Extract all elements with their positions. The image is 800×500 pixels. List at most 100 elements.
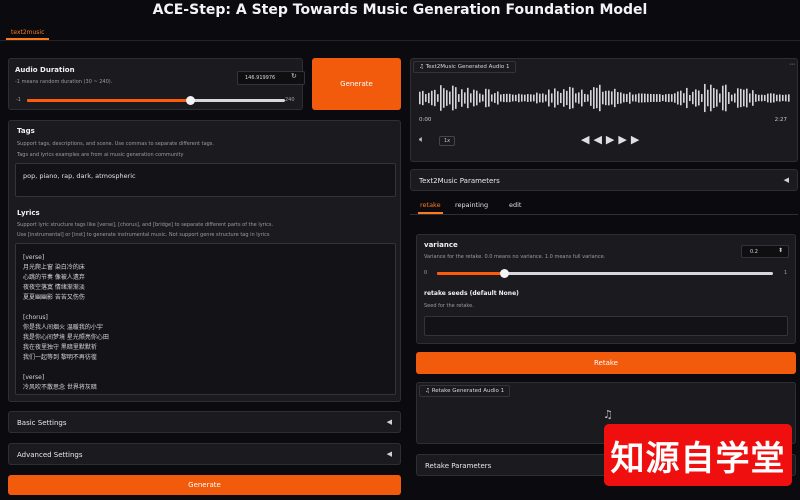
waveform-bar [767, 93, 769, 103]
waveform-bar [569, 86, 571, 110]
waveform-bar [722, 85, 724, 111]
waveform-bar [488, 89, 490, 107]
lyric-line: 我在夜里独守 黑暗里默默祈 [23, 344, 97, 351]
waveform-bar [785, 94, 787, 102]
variance-panel: variance Variance for the retake. 0.0 me… [416, 234, 796, 344]
waveform-bar [446, 90, 448, 106]
page-title: ACE-Step: A Step Towards Music Generatio… [152, 2, 648, 18]
subtab-divider [410, 214, 798, 215]
waveform-bar [518, 93, 520, 103]
waveform-bar [551, 93, 553, 103]
music-note-icon: ♫ [603, 408, 613, 421]
collapse-arrow-icon: ◀ [386, 450, 392, 458]
waveform-bar [746, 88, 748, 108]
lyric-line: 你是我人间烟火 温暖我的小宇 [23, 324, 103, 331]
tab-divider [0, 40, 800, 41]
waveform-bar [476, 90, 478, 106]
waveform-bar [662, 94, 664, 102]
lyric-line: [verse] [23, 374, 45, 381]
waveform-bar [611, 91, 613, 105]
waveform-bar [428, 92, 430, 104]
playback-speed-button[interactable]: 1x [439, 136, 456, 146]
waveform-bar [533, 94, 535, 102]
lyric-line: 冷风吹不散思念 世界将灰暗 [23, 384, 97, 391]
collapse-arrow-icon: ◀ [386, 418, 392, 426]
waveform-bar [440, 85, 442, 111]
waveform-bar [650, 93, 652, 103]
advanced-settings-accordion[interactable]: Advanced Settings ◀ [8, 443, 401, 465]
generate-button-top[interactable]: Generate [312, 58, 401, 110]
waveform-bar [599, 84, 601, 112]
advanced-settings-label: Advanced Settings [17, 451, 83, 459]
waveform-bar [521, 94, 523, 102]
retake-audio-label: Retake Generated Audio 1 [431, 388, 505, 394]
waveform-bar [548, 89, 550, 107]
lyric-line: 月光爬上窗 染白冷的床 [23, 264, 85, 271]
waveform-bar [581, 89, 583, 107]
waveform-bar [638, 93, 640, 103]
duration-slider-thumb[interactable] [185, 96, 195, 105]
waveform-bar [668, 93, 670, 103]
lyric-line: 我们一起等到 黎明不再彷徨 [23, 354, 97, 361]
lyrics-info-2: Use [instrumental] or [inst] to generate… [17, 232, 270, 238]
tags-label: Tags [17, 127, 35, 135]
generate-button-bottom[interactable]: Generate [8, 475, 401, 495]
stepper-icon[interactable]: ⬍ [778, 247, 783, 254]
waveform-bar [617, 92, 619, 104]
waveform[interactable] [419, 81, 791, 115]
waveform-bar [470, 93, 472, 103]
waveform-bar [779, 94, 781, 102]
tab-repainting[interactable]: repainting [455, 201, 488, 209]
lyric-line: 心跳的节奏 像被人遗弃 [23, 274, 85, 281]
lyrics-textarea[interactable]: [verse] 月光爬上窗 染白冷的床 心跳的节奏 像被人遗弃 夜夜空落寞 情绪渐渐淡… [15, 243, 396, 395]
waveform-bar [683, 93, 685, 103]
audio-duration-panel: Audio Duration -1 means random duration … [8, 58, 305, 110]
audio-output-tag: ♫ Text2Music Generated Audio 1 [413, 61, 516, 73]
reset-icon[interactable]: ↻ [291, 72, 297, 80]
duration-min-label: -1 [16, 97, 21, 103]
tab-text2music[interactable]: text2music [6, 27, 50, 40]
waveform-bar [500, 94, 502, 102]
play-icon[interactable]: ▶ [606, 133, 618, 146]
waveform-bar [644, 93, 646, 103]
duration-info: -1 means random duration (30 ~ 240). [15, 79, 113, 85]
tab-edit[interactable]: edit [509, 201, 521, 209]
text2music-parameters-accordion[interactable]: Text2Music Parameters ◀ [410, 169, 798, 191]
waveform-bar [788, 94, 790, 102]
waveform-bar [671, 94, 673, 102]
audio-output-label: Text2Music Generated Audio 1 [425, 64, 510, 70]
waveform-bar [584, 93, 586, 103]
basic-settings-accordion[interactable]: Basic Settings ◀ [8, 411, 401, 433]
waveform-bar [512, 94, 514, 102]
rewind-icon[interactable]: ◀◀ [581, 133, 606, 146]
music-icon: ♫ [419, 64, 424, 70]
waveform-bar [530, 94, 532, 102]
tags-textarea[interactable]: pop, piano, rap, dark, atmospheric [15, 163, 396, 197]
watermark: 知源自学堂 [604, 424, 792, 486]
waveform-bar [749, 93, 751, 103]
waveform-bar [509, 93, 511, 103]
waveform-bar [539, 93, 541, 103]
waveform-bar [437, 94, 439, 102]
waveform-bar [485, 88, 487, 108]
retake-seeds-label: retake seeds (default None) [424, 290, 519, 297]
more-options-icon[interactable]: ⋯ [789, 61, 795, 68]
variance-slider-thumb[interactable] [500, 269, 510, 278]
fast-forward-icon[interactable]: ▶▶ [618, 133, 643, 146]
waveform-bar [653, 94, 655, 102]
volume-icon[interactable]: 🔈︎ [419, 135, 424, 145]
waveform-bar [743, 89, 745, 107]
waveform-bar [635, 94, 637, 102]
time-end: 2:27 [774, 117, 787, 123]
tab-retake[interactable]: retake [418, 201, 443, 214]
waveform-bar [695, 89, 697, 107]
retake-button[interactable]: Retake [416, 352, 796, 374]
retake-seeds-input[interactable] [424, 316, 788, 336]
waveform-bar [614, 88, 616, 108]
waveform-bar [686, 87, 688, 109]
waveform-bar [761, 94, 763, 102]
lyric-line: [chorus] [23, 314, 48, 321]
waveform-bar [737, 88, 739, 108]
waveform-bar [704, 83, 706, 113]
waveform-bar [716, 89, 718, 107]
